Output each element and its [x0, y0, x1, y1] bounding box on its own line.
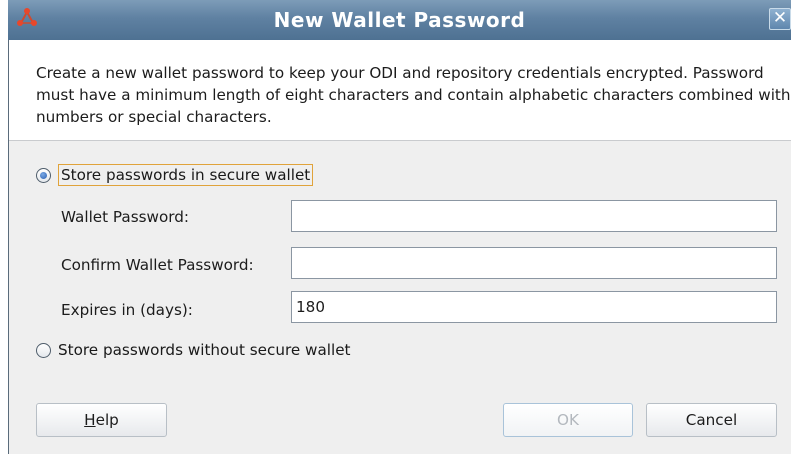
wallet-password-label: Wallet Password:: [61, 208, 189, 226]
expires-input[interactable]: [291, 291, 777, 323]
no-wallet-radio[interactable]: [36, 342, 51, 358]
confirm-password-label: Confirm Wallet Password:: [61, 256, 254, 274]
no-wallet-option[interactable]: Store passwords without secure wallet: [36, 338, 351, 362]
close-icon[interactable]: ✕: [769, 8, 791, 30]
cancel-button[interactable]: Cancel: [646, 403, 777, 437]
window-edge: [0, 0, 8, 454]
new-wallet-password-dialog: New Wallet Password ✕ Create a new walle…: [0, 0, 791, 454]
expires-label: Expires in (days):: [61, 301, 193, 319]
confirm-password-input[interactable]: [291, 247, 777, 279]
ok-button[interactable]: OK: [503, 403, 633, 437]
wallet-password-input[interactable]: [291, 200, 777, 232]
no-wallet-label[interactable]: Store passwords without secure wallet: [58, 341, 351, 359]
dialog-title: New Wallet Password: [273, 8, 526, 32]
help-mnemonic: H: [84, 411, 96, 429]
secure-wallet-option[interactable]: Store passwords in secure wallet: [36, 163, 314, 187]
title-bar[interactable]: New Wallet Password ✕: [8, 0, 791, 41]
help-button[interactable]: Help: [36, 403, 167, 437]
secure-wallet-radio[interactable]: [36, 167, 51, 183]
secure-wallet-label[interactable]: Store passwords in secure wallet: [58, 164, 314, 186]
description-text: Create a new wallet password to keep you…: [9, 40, 791, 141]
content-panel: Store passwords in secure wallet Wallet …: [9, 141, 791, 454]
help-label: elp: [95, 411, 119, 429]
